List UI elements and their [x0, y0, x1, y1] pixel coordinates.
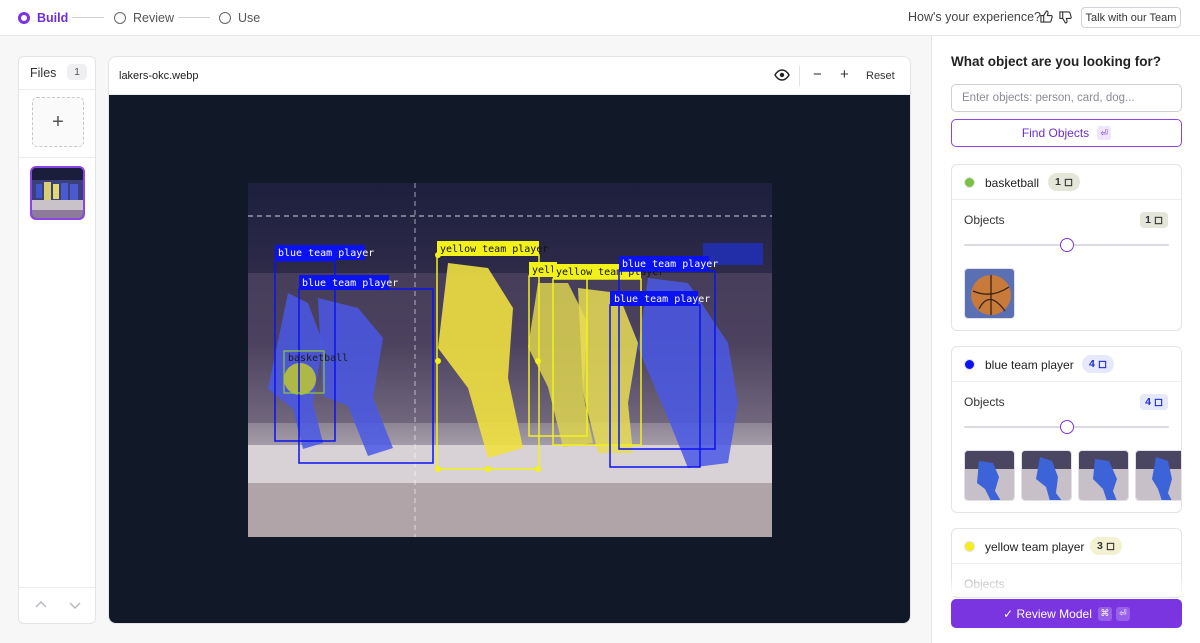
class-name: basketball: [985, 176, 1040, 190]
step-use-label: Use: [238, 11, 261, 25]
panel-title: What object are you looking for?: [951, 54, 1162, 69]
step-review[interactable]: Review: [114, 10, 174, 26]
top-bar: Build Review Use How's your experience? …: [0, 0, 1200, 36]
bounding-box-icon: [1154, 216, 1163, 224]
object-crop-image: [1136, 451, 1181, 500]
step-inactive-icon: [114, 12, 126, 24]
bounding-box-icon: [1098, 360, 1107, 368]
bounding-box-icon: [1064, 178, 1073, 186]
object-crop-thumbnail[interactable]: [964, 450, 1015, 501]
chevron-up-icon[interactable]: [35, 600, 47, 608]
step-connector: [178, 17, 210, 18]
objects-count-badge: 1: [1140, 212, 1168, 228]
image-viewer: lakers-okc.webp − + Reset blue team play…: [108, 56, 911, 624]
zoom-in-button[interactable]: +: [840, 66, 849, 83]
class-name: yellow team player: [985, 540, 1085, 554]
enter-key-icon: ⏎: [1097, 126, 1112, 140]
experience-question: How's your experience?: [908, 10, 1042, 24]
bounding-box-icon: [1106, 542, 1115, 550]
plus-icon: +: [52, 110, 64, 133]
class-count: 4: [1089, 358, 1095, 370]
viewer-toolbar: lakers-okc.webp − + Reset: [109, 57, 910, 95]
class-name: blue team player: [985, 358, 1074, 372]
class-card-blue-team-player[interactable]: blue team player 4 Objects 4: [951, 346, 1182, 513]
image-canvas[interactable]: blue team player blue team player basket…: [109, 95, 910, 623]
divider: [19, 587, 95, 588]
object-crop-thumbnail[interactable]: [964, 268, 1015, 319]
thumbs-down-icon[interactable]: [1059, 11, 1072, 24]
objects-count-badge: 4: [1140, 394, 1168, 410]
class-card-header[interactable]: basketball 1: [952, 165, 1181, 200]
object-crop-thumbnail[interactable]: [1021, 450, 1072, 501]
detection-label: blue team player: [622, 259, 718, 270]
eye-icon[interactable]: [774, 67, 790, 83]
object-crop-image: [1022, 451, 1071, 500]
reset-zoom-button[interactable]: Reset: [866, 70, 895, 82]
class-count-badge: 4: [1082, 355, 1114, 373]
class-count: 3: [1097, 540, 1103, 552]
class-card-basketball[interactable]: basketball 1 Objects 1: [951, 164, 1182, 331]
divider: [19, 157, 95, 158]
scroll-fade: [932, 576, 1200, 596]
find-objects-button[interactable]: Find Objects ⏎: [951, 119, 1182, 147]
object-search-input[interactable]: [951, 84, 1182, 112]
file-name: lakers-okc.webp: [119, 70, 199, 82]
step-review-label: Review: [133, 11, 174, 25]
step-use[interactable]: Use: [219, 10, 260, 26]
objects-label: Objects: [964, 213, 1005, 227]
object-crop-image: [1079, 451, 1128, 500]
objects-count: 1: [1145, 214, 1151, 226]
detection-label: basketball: [288, 353, 348, 364]
class-count: 1: [1055, 176, 1061, 188]
confidence-slider-handle[interactable]: [1060, 420, 1074, 434]
confidence-slider-handle[interactable]: [1060, 238, 1074, 252]
review-model-button[interactable]: ✓ Review Model ⌘ ⏎: [951, 599, 1182, 628]
files-title: Files: [30, 66, 57, 80]
class-card-header[interactable]: yellow team player 3: [952, 529, 1181, 564]
chevron-down-icon[interactable]: [69, 602, 81, 610]
class-card-header[interactable]: blue team player 4: [952, 347, 1181, 382]
class-count-badge: 3: [1090, 537, 1122, 555]
object-panel: What object are you looking for? Find Ob…: [931, 36, 1200, 643]
talk-with-team-button[interactable]: Talk with our Team: [1081, 7, 1181, 28]
object-crop-thumbnail[interactable]: [1135, 450, 1181, 501]
files-panel: Files 1 +: [18, 56, 96, 624]
objects-count: 4: [1145, 396, 1151, 408]
class-count-badge: 1: [1048, 173, 1080, 191]
detection-label: blue team player: [614, 294, 710, 305]
divider: [19, 89, 95, 90]
annotated-image: blue team player blue team player basket…: [248, 183, 772, 537]
step-build-label: Build: [37, 11, 69, 25]
enter-key-icon: ⏎: [1115, 606, 1130, 621]
detection-label: blue team player: [278, 248, 374, 259]
detection-label: yellow team player: [440, 244, 548, 255]
objects-label: Objects: [964, 395, 1005, 409]
object-crop-image: [965, 269, 1014, 318]
detection-label: blue team player: [302, 278, 398, 289]
find-objects-label: Find Objects: [1021, 126, 1090, 140]
class-color-dot: [964, 359, 975, 370]
class-color-dot: [964, 541, 975, 552]
files-count-badge: 1: [67, 64, 87, 80]
step-connector: [72, 17, 104, 18]
step-build[interactable]: Build: [18, 10, 68, 26]
file-thumbnail-image: [32, 168, 83, 218]
step-active-icon: [18, 12, 30, 24]
detection-label: yell: [532, 265, 556, 276]
command-key-icon: ⌘: [1097, 606, 1112, 621]
file-thumbnail[interactable]: [30, 166, 85, 220]
object-crop-image: [965, 451, 1014, 500]
class-color-dot: [964, 177, 975, 188]
bounding-box-icon: [1154, 398, 1163, 406]
divider: [799, 66, 800, 86]
object-crop-thumbnail[interactable]: [1078, 450, 1129, 501]
review-model-label: ✓ Review Model: [1003, 606, 1092, 621]
zoom-out-button[interactable]: −: [813, 66, 822, 83]
step-inactive-icon: [219, 12, 231, 24]
add-file-button[interactable]: +: [32, 97, 84, 147]
thumbs-up-icon[interactable]: [1040, 10, 1053, 23]
